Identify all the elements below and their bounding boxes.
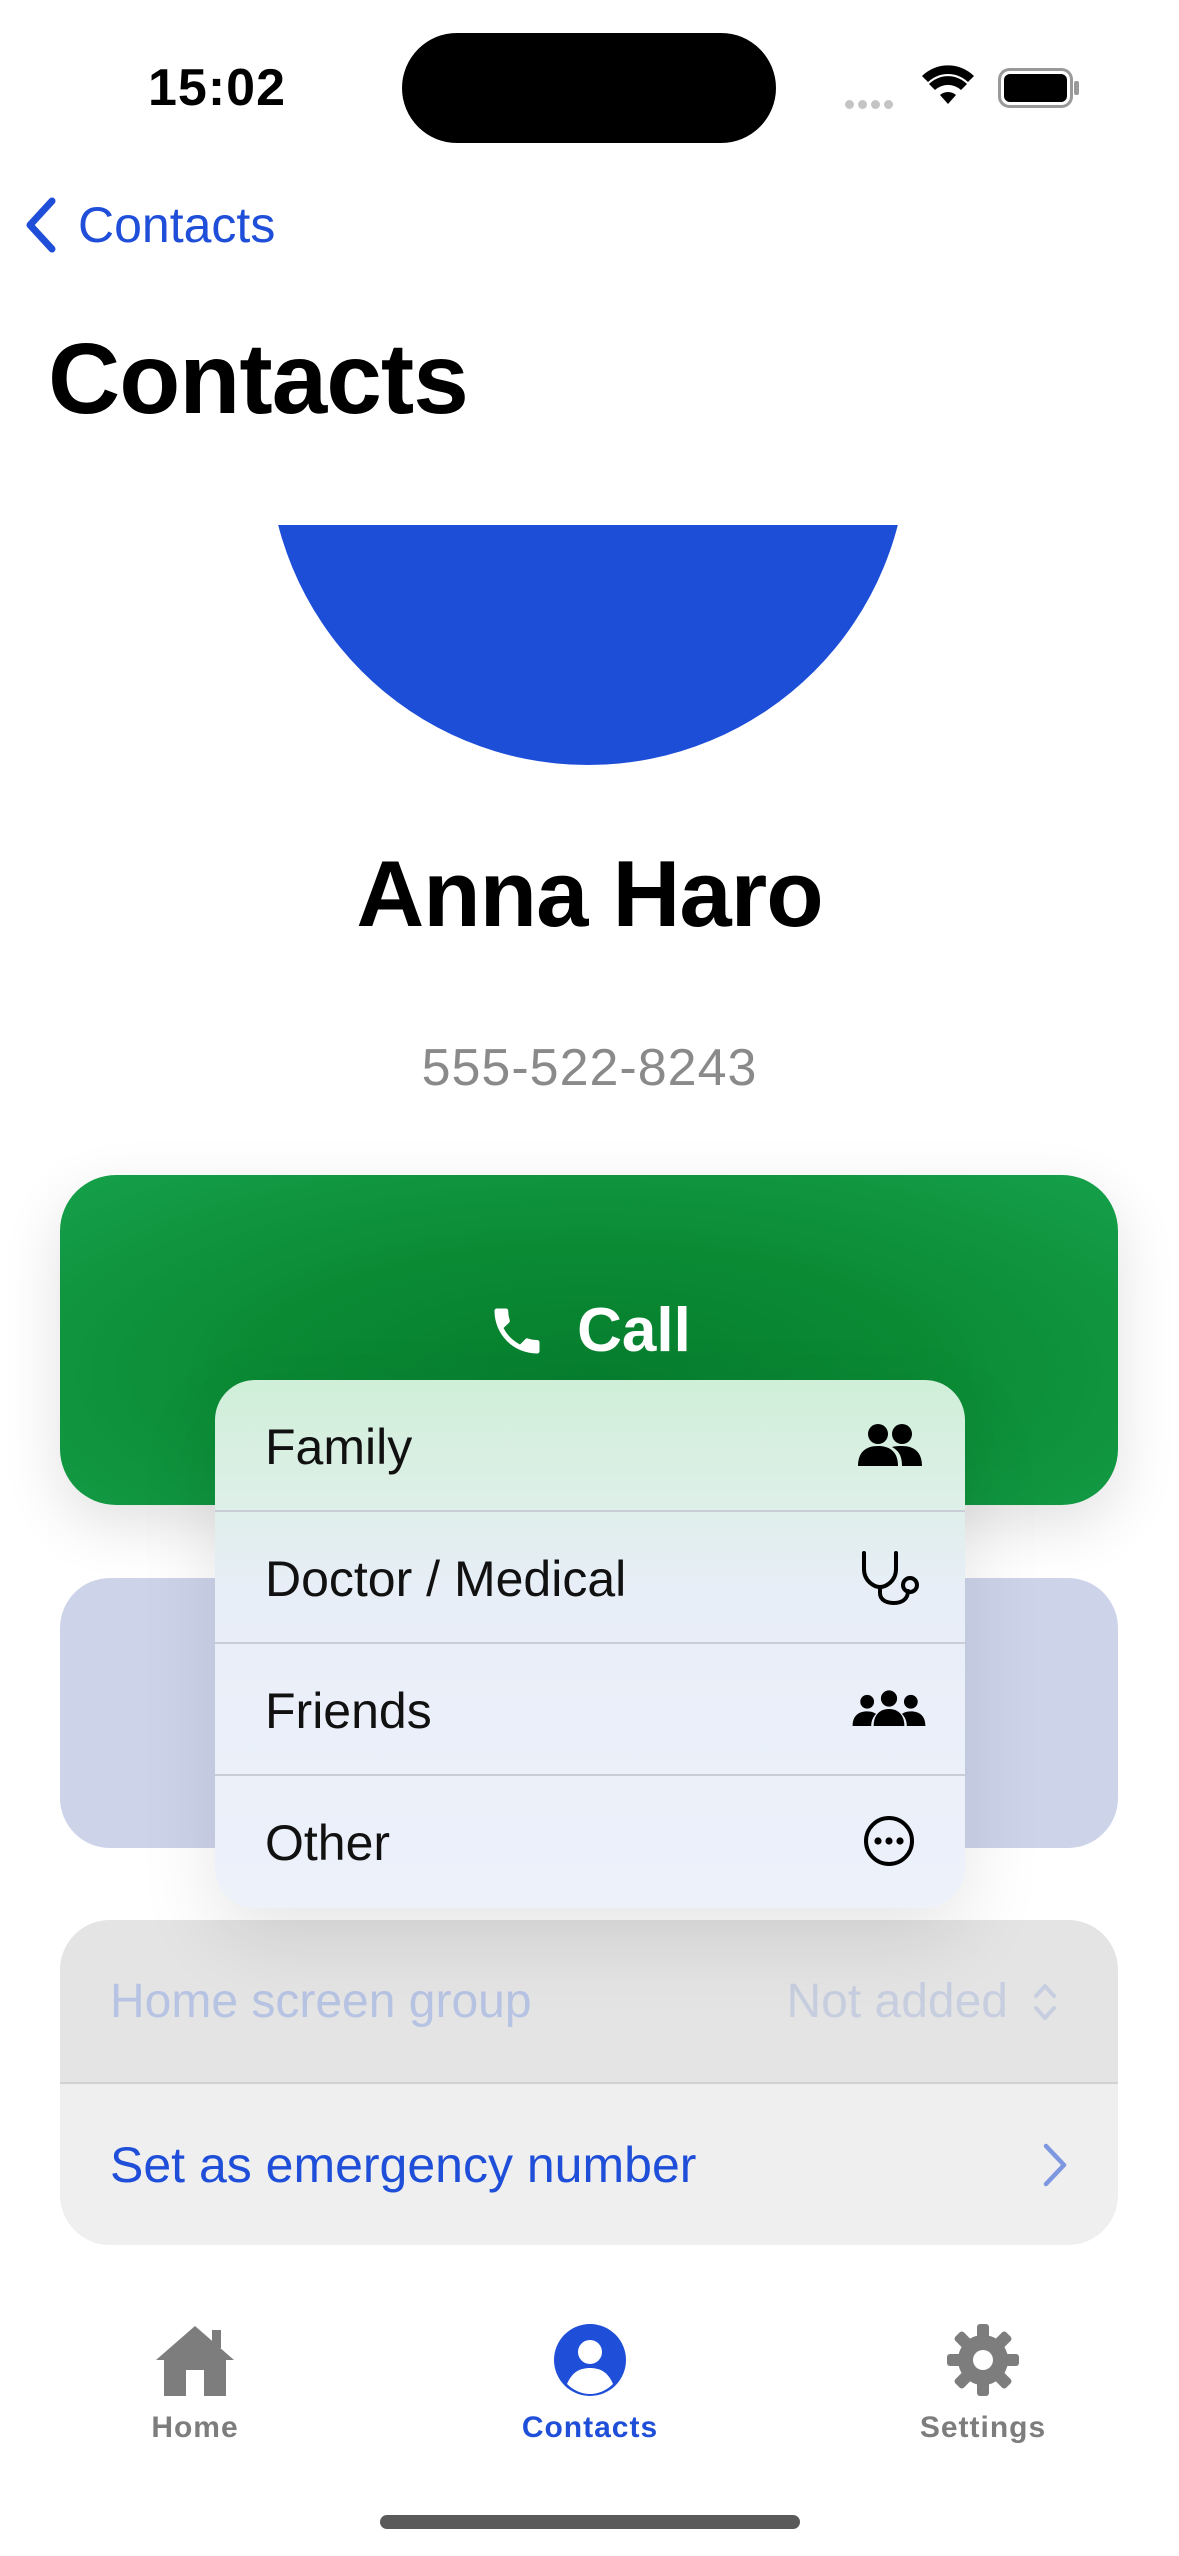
group-menu: Family Doctor / Medical Friends Other [215,1380,965,1908]
cellular-signal-icon [845,96,905,109]
back-button[interactable]: Contacts [24,190,275,260]
menu-item-label: Friends [265,1683,432,1739]
family-icon [851,1412,927,1478]
menu-item-doctor-medical[interactable]: Doctor / Medical [215,1512,965,1643]
contact-name: Anna Haro [356,841,823,946]
settings-card: Home screen group Not added Set as emerg… [60,1920,1118,2245]
tab-label: Home [151,2411,239,2444]
tab-label: Settings [919,2411,1047,2444]
menu-item-family[interactable]: Family [215,1380,965,1511]
status-time: 15:02 [148,59,286,117]
stethoscope-icon [851,1544,927,1610]
ellipsis-circle-icon [851,1808,927,1874]
gear-icon [947,2324,1019,2396]
battery-icon [998,68,1079,108]
home-screen-group-value: Not added [786,1974,1058,2029]
chevron-right-icon [1043,2143,1067,2187]
contact-phone: 555-522-8243 [421,1039,758,1097]
person-circle-icon [554,2324,626,2396]
chevron-left-icon [26,197,56,253]
avatar [268,525,908,765]
home-indicator [380,2515,800,2529]
tab-contacts[interactable]: Contacts [460,2315,720,2445]
emergency-number-label: Set as emergency number [110,2137,697,2193]
friends-icon [851,1676,927,1742]
tab-label: Contacts [521,2411,659,2444]
menu-item-label: Doctor / Medical [265,1551,627,1607]
menu-item-label: Other [265,1815,391,1871]
home-screen-group-value-text: Not added [786,1975,1008,2028]
menu-item-other[interactable]: Other [215,1776,965,1907]
emergency-number-row[interactable]: Set as emergency number [60,2084,1118,2245]
tab-home[interactable]: Home [65,2315,325,2445]
wifi-icon [922,65,974,104]
back-label: Contacts [78,197,276,253]
tab-settings[interactable]: Settings [853,2315,1113,2445]
chevron-up-down-icon [1034,1983,1056,2020]
dynamic-island [402,33,776,143]
menu-item-friends[interactable]: Friends [215,1644,965,1775]
home-screen-group-row[interactable]: Home screen group Not added [60,1920,1118,2082]
menu-item-label: Family [265,1419,413,1475]
call-label: Call [577,1296,691,1365]
house-icon [156,2326,234,2396]
home-screen-group-label: Home screen group [110,1975,532,2028]
page-title: Contacts [48,323,469,435]
phone-icon [494,1308,540,1353]
